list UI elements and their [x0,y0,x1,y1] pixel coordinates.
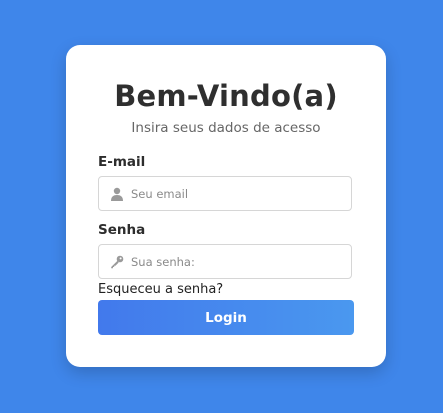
login-button[interactable]: Login [98,300,354,335]
page-subtitle: Insira seus dados de acesso [131,120,321,136]
email-label: E-mail [98,154,146,170]
email-input[interactable] [131,177,341,210]
forgot-password-link[interactable]: Esqueceu a senha? [98,282,223,297]
page-title: Bem-Vindo(a) [114,79,338,113]
key-icon [111,255,124,269]
email-field-container[interactable] [98,176,352,211]
password-label: Senha [98,222,146,238]
password-input[interactable] [131,245,341,278]
login-card: Bem-Vindo(a) Insira seus dados de acesso… [66,45,386,367]
password-field-container[interactable] [98,244,352,279]
user-icon [111,187,123,201]
